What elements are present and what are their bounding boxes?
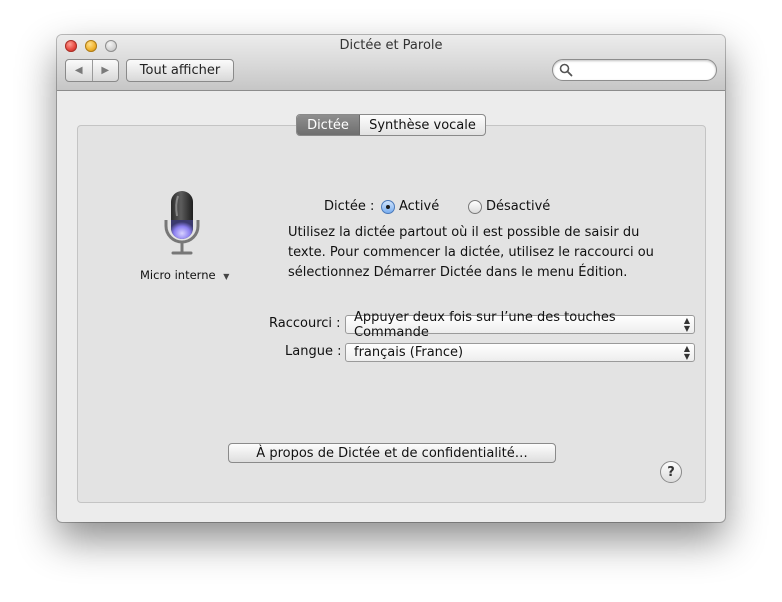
popup-arrows-icon: ▲ ▼ [683,316,690,333]
dictation-on-radio[interactable] [381,200,395,214]
search-icon [559,63,573,77]
forward-arrow-icon: ▶ [101,65,110,76]
dictation-on-label[interactable]: Activé [399,199,439,214]
preferences-window: Dictée et Parole ◀ ▶ Tout afficher Dicté… [57,35,725,522]
tab-text-to-speech[interactable]: Synthèse vocale [360,115,485,135]
chevron-down-icon: ▼ [223,272,230,281]
dictation-off-label[interactable]: Désactivé [486,199,550,214]
description-line: sélectionnez Démarrer Dictée dans le men… [288,265,628,280]
tab-bar: Dictée Synthèse vocale [296,114,486,136]
back-button[interactable]: ◀ [66,60,92,81]
language-popup[interactable]: français (France) ▲ ▼ [345,343,695,362]
dictation-off-radio[interactable] [468,200,482,214]
help-button[interactable]: ? [660,461,682,483]
description-line: texte. Pour commencer la dictée, utilise… [288,245,654,260]
popup-arrows-icon: ▲ ▼ [683,344,690,361]
forward-button[interactable]: ▶ [91,60,119,81]
language-value: français (France) [354,345,464,360]
search-field[interactable] [552,59,717,81]
description-line: Utilisez la dictée partout où il est pos… [288,225,640,240]
title-bar: Dictée et Parole ◀ ▶ Tout afficher [57,35,725,91]
language-label: Langue : [285,344,342,359]
dictation-description: Utilisez la dictée partout où il est pos… [288,223,658,283]
show-all-button[interactable]: Tout afficher [126,59,234,82]
about-dictation-button[interactable]: À propos de Dictée et de confidentialité… [228,443,556,463]
microphone-selector[interactable]: Micro interne ▼ [140,268,229,282]
microphone-icon [164,191,200,255]
shortcut-value: Appuyer deux fois sur l’une des touches … [354,309,616,340]
tab-dictation[interactable]: Dictée [297,115,360,135]
back-forward-group: ◀ ▶ [65,59,119,82]
back-arrow-icon: ◀ [74,65,83,76]
dictation-label: Dictée : [324,199,375,214]
search-input[interactable] [575,61,711,79]
microphone-label: Micro interne [140,268,216,282]
shortcut-label: Raccourci : [269,316,341,331]
window-title: Dictée et Parole [339,38,443,53]
shortcut-popup[interactable]: Appuyer deux fois sur l’une des touches … [345,310,695,340]
